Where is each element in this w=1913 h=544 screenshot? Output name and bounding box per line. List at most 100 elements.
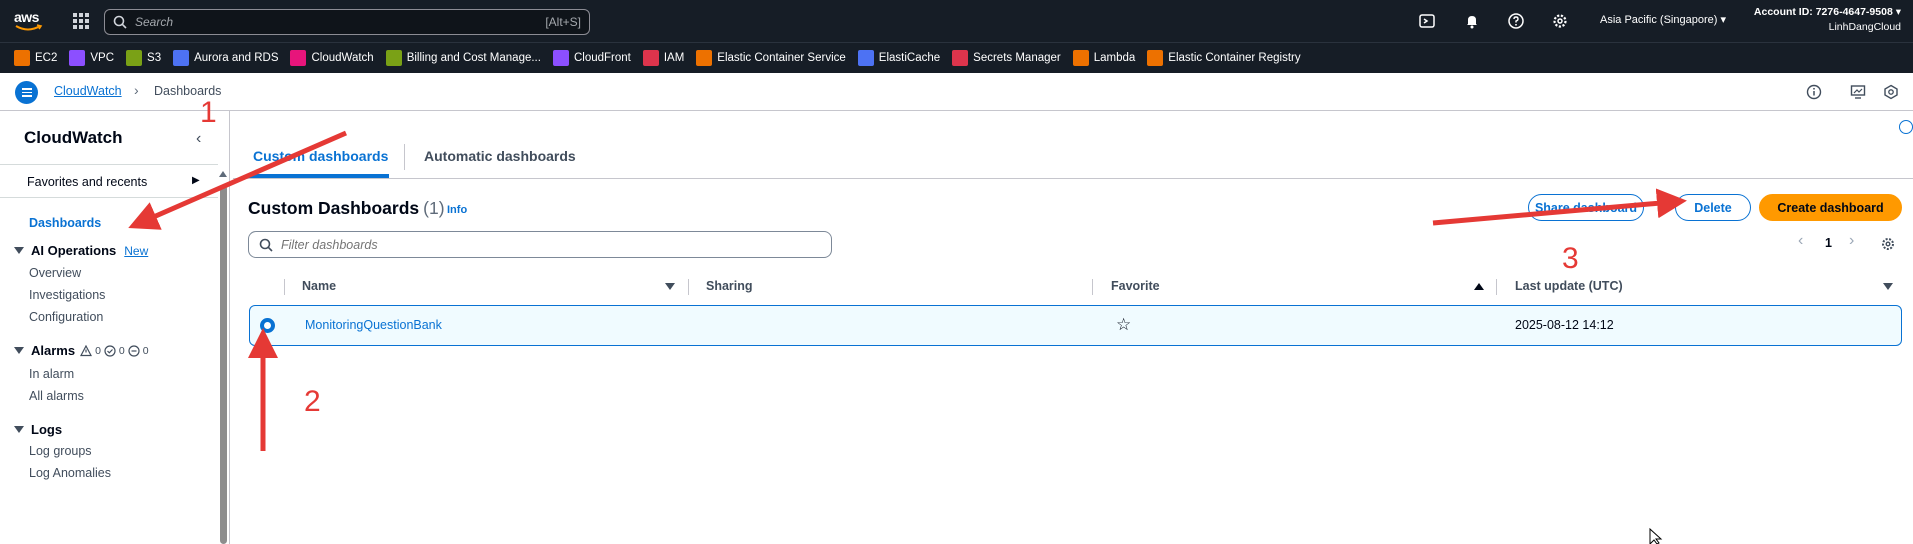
sidebar-item-configuration[interactable]: Configuration: [29, 310, 103, 324]
cloudshell-icon[interactable]: [1418, 12, 1436, 30]
dashboard-name-link[interactable]: MonitoringQuestionBank: [305, 318, 442, 332]
service-icon: [552, 50, 569, 66]
sidebar-section-logs[interactable]: Logs: [14, 422, 62, 437]
section-label: Logs: [31, 422, 63, 437]
create-dashboard-button[interactable]: Create dashboard: [1759, 194, 1902, 221]
notifications-bell-icon[interactable]: [1463, 12, 1481, 30]
sidebar-item-log-groups[interactable]: Log groups: [29, 444, 92, 458]
favorite-service-s3[interactable]: S3: [126, 50, 161, 66]
favorite-label: Aurora and RDS: [194, 52, 279, 64]
side-nav-toggle-button[interactable]: [15, 81, 38, 104]
scroll-up-icon[interactable]: [219, 171, 227, 177]
caret-right-icon[interactable]: ▶: [192, 175, 200, 186]
column-header-name[interactable]: Name: [302, 279, 336, 293]
page-title: Custom Dashboards (1): [248, 198, 445, 219]
alarm-count-insufficient: 0: [142, 344, 149, 357]
favorite-service-vpc[interactable]: VPC: [69, 50, 114, 66]
service-icon: [69, 50, 86, 66]
favorite-service-aurora-and-rds[interactable]: Aurora and RDS: [173, 50, 278, 66]
account-id: Account ID: 7276-4647-9508: [1753, 6, 1893, 18]
sidebar-item-investigations[interactable]: Investigations: [29, 288, 105, 302]
favorite-label: Elastic Container Registry: [1168, 52, 1301, 64]
search-icon: [259, 238, 273, 252]
filter-dashboards-field[interactable]: [248, 231, 832, 258]
region-label: Asia Pacific (Singapore): [1600, 14, 1718, 26]
collapse-chevron-icon[interactable]: ‹: [196, 130, 201, 148]
sort-caret-up-icon[interactable]: [1474, 283, 1484, 290]
warning-triangle-icon: [80, 344, 93, 356]
favorite-service-iam[interactable]: IAM: [642, 50, 685, 66]
section-label: AI Operations: [31, 243, 117, 258]
favorite-label: Lambda: [1093, 52, 1136, 64]
sort-caret-down-icon[interactable]: [665, 283, 675, 290]
tab-divider: [404, 144, 405, 170]
search-shortcut: [Alt+S]: [545, 15, 581, 29]
info-panel-icon[interactable]: [1899, 120, 1913, 134]
favorite-label: CloudFront: [573, 52, 631, 64]
sidebar-section-ai-operations[interactable]: AI Operations New: [14, 243, 148, 258]
sidebar-item-overview[interactable]: Overview: [29, 266, 81, 280]
favorite-service-elastic-container-registry[interactable]: Elastic Container Registry: [1147, 50, 1301, 66]
mouse-cursor-icon: [1649, 527, 1663, 544]
region-selector[interactable]: Asia Pacific (Singapore) ▾: [1600, 13, 1726, 26]
search-input[interactable]: Search [Alt+S]: [104, 9, 590, 35]
column-header-favorite[interactable]: Favorite: [1111, 279, 1160, 293]
favorite-service-elasticache[interactable]: ElastiCache: [857, 50, 940, 66]
monitor-icon[interactable]: [1850, 84, 1866, 100]
table-preferences-gear-icon[interactable]: [1880, 236, 1896, 252]
sidebar-item-all-alarms[interactable]: All alarms: [29, 389, 84, 403]
sidebar-scrollbar[interactable]: [218, 171, 228, 544]
scroll-thumb[interactable]: [220, 185, 227, 544]
side-navigation: CloudWatch ‹ Favorites and recents ▶ Das…: [0, 111, 230, 544]
favorite-service-ec2[interactable]: EC2: [14, 50, 57, 66]
dashboard-count: (1): [423, 198, 445, 218]
column-header-sharing[interactable]: Sharing: [706, 279, 753, 293]
share-dashboard-button[interactable]: Share dashboard: [1528, 194, 1644, 221]
filter-dashboards-input[interactable]: [281, 237, 801, 252]
aws-logo[interactable]: aws: [14, 9, 48, 33]
favorite-service-billing-and-cost-manage[interactable]: Billing and Cost Manage...: [385, 50, 541, 66]
service-icon: [126, 50, 143, 66]
delete-button[interactable]: Delete: [1675, 194, 1751, 221]
favorite-star-icon[interactable]: ☆: [1116, 315, 1131, 335]
pagination-page-number[interactable]: 1: [1825, 236, 1832, 250]
sidebar-section-alarms[interactable]: Alarms 0 0 0: [14, 343, 149, 358]
sort-caret-down-icon[interactable]: [1883, 283, 1893, 290]
row-select-radio[interactable]: [260, 318, 275, 333]
favorite-service-secrets-manager[interactable]: Secrets Manager: [952, 50, 1061, 66]
tab-custom-dashboards[interactable]: Custom dashboards: [253, 148, 388, 164]
caret-down-icon: [14, 426, 24, 433]
settings-gear-icon[interactable]: [1551, 12, 1569, 30]
favorites-bar: EC2 VPC S3 Aurora and RDS CloudWatch Billing …: [0, 42, 1913, 73]
favorite-service-elastic-container-service[interactable]: Elastic Container Service: [696, 50, 846, 66]
service-icon: [290, 50, 307, 66]
hexagon-settings-icon[interactable]: [1883, 84, 1899, 100]
column-header-last-update[interactable]: Last update (UTC): [1515, 279, 1623, 293]
service-icon: [385, 50, 402, 66]
pagination-prev-icon[interactable]: ‹: [1798, 232, 1803, 250]
info-link[interactable]: Info: [447, 204, 467, 216]
caret-down-icon: [14, 247, 24, 254]
last-update-value: 2025-08-12 14:12: [1515, 318, 1614, 332]
favorite-service-cloudwatch[interactable]: CloudWatch: [290, 50, 374, 66]
sidebar-item-in-alarm[interactable]: In alarm: [29, 367, 74, 381]
sidebar-item-favorites[interactable]: Favorites and recents: [27, 175, 147, 189]
favorite-service-cloudfront[interactable]: CloudFront: [552, 50, 631, 66]
favorite-label: IAM: [663, 52, 685, 64]
breadcrumb-cloudwatch-link[interactable]: CloudWatch: [54, 84, 122, 98]
sidebar-title: CloudWatch: [24, 128, 123, 147]
favorite-service-lambda[interactable]: Lambda: [1072, 50, 1136, 66]
pagination-next-icon[interactable]: ›: [1849, 232, 1854, 250]
divider: [0, 197, 218, 198]
table-row[interactable]: MonitoringQuestionBank ☆ 2025-08-12 14:1…: [249, 305, 1902, 346]
account-menu[interactable]: Account ID: 7276-4647-9508 ▾ LinhDangClo…: [1754, 5, 1901, 35]
sidebar-item-log-anomalies[interactable]: Log Anomalies: [29, 466, 111, 480]
tab-automatic-dashboards[interactable]: Automatic dashboards: [424, 148, 576, 164]
sidebar-item-dashboards[interactable]: Dashboards: [29, 216, 101, 230]
favorite-label: Billing and Cost Manage...: [406, 52, 541, 64]
services-menu-icon[interactable]: [73, 13, 89, 29]
help-icon[interactable]: [1507, 12, 1525, 30]
info-icon[interactable]: [1806, 84, 1822, 100]
column-divider: [1092, 279, 1093, 295]
aws-smile-icon: [15, 24, 43, 31]
